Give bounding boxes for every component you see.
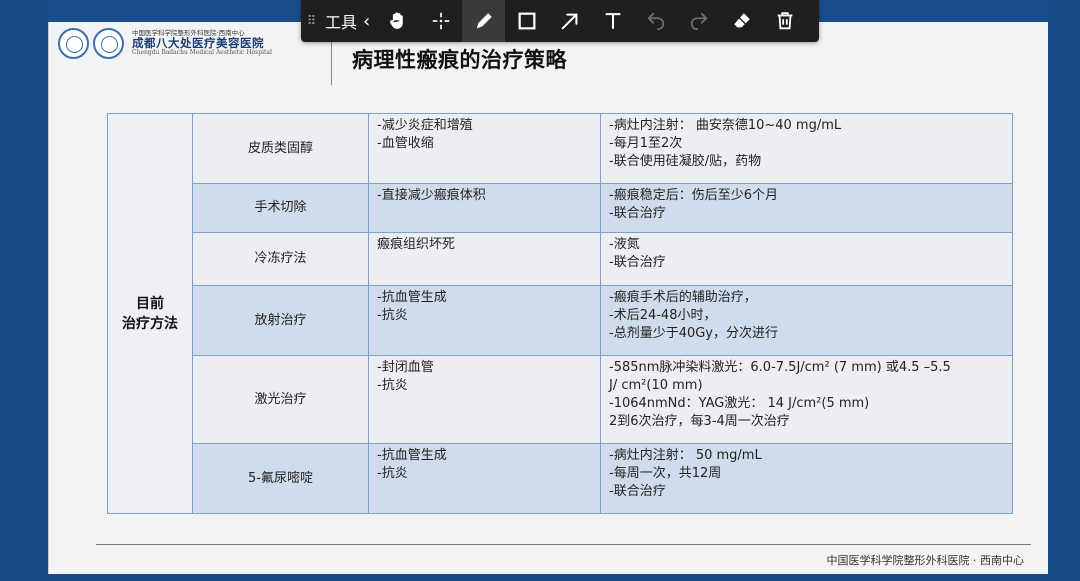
- category-label: 治疗方法: [122, 315, 178, 332]
- move-tool-button[interactable]: [419, 0, 462, 42]
- treatment-name: 手术切除: [192, 183, 369, 233]
- detail-line: -术后24-48小时，: [609, 308, 717, 323]
- table-row: 冷冻疗法 瘢痕组织坏死 -液氮 -联合治疗: [108, 232, 1013, 286]
- table-row: 手术切除 -直接减少瘢痕体积 -瘢痕稳定后：伤后至少6个月 -联合治疗: [108, 183, 1013, 233]
- detail-line: 2到6次治疗，每3-4周一次治疗: [609, 414, 790, 429]
- logo-text: 中国医学科学院整形外科医院·西南中心 成都八大处医疗美容医院 Chengdu B…: [132, 30, 272, 56]
- detail-line: -585nm脉冲染料激光：6.0-7.5J/cm² (7 mm) 或4.5 –5…: [609, 360, 951, 375]
- detail-line: -1064nmNd：YAG激光： 14 J/cm²(5 mm): [609, 396, 870, 411]
- detail-line: -病灶内注射： 曲安奈德10~40 mg/mL: [609, 118, 842, 133]
- detail-line: -瘢痕手术后的辅助治疗，: [609, 290, 757, 305]
- hand-icon: [389, 12, 403, 29]
- tools-label: 工具: [325, 13, 358, 32]
- treatment-name: 皮质类固醇: [192, 113, 369, 184]
- detail-line: -联合治疗: [609, 484, 666, 499]
- mechanism-cell: 瘢痕组织坏死: [368, 232, 601, 286]
- category-cell: 目前 治疗方法: [107, 113, 193, 514]
- mechanism-line: -抗炎: [377, 378, 408, 393]
- details-cell: -液氮 -联合治疗: [600, 232, 1013, 286]
- arrow-tool-button[interactable]: [548, 0, 591, 42]
- mechanism-cell: -抗血管生成 -抗炎: [368, 443, 601, 514]
- mechanism-cell: -直接减少瘢痕体积: [368, 183, 601, 233]
- table-row: 目前 治疗方法 皮质类固醇 -减少炎症和增殖 -血管收缩 -病灶内注射： 曲安奈德10~4…: [107, 113, 1013, 514]
- details-cell: -病灶内注射： 曲安奈德10~40 mg/mL -每月1至2次 -联合使用硅凝胶/贴…: [600, 113, 1013, 184]
- rectangle-tool-button[interactable]: [505, 0, 548, 42]
- treatment-name: 冷冻疗法: [192, 232, 369, 286]
- table-row: 放射治疗 -抗血管生成 -抗炎 -瘢痕手术后的辅助治疗， -术后24-48小时， -总剂量…: [108, 285, 1013, 356]
- category-label: 目前: [136, 295, 164, 312]
- trash-tool-button[interactable]: [763, 0, 806, 42]
- detail-line: -瘢痕稳定后：伤后至少6个月: [609, 188, 778, 203]
- mechanism-cell: -减少炎症和增殖 -血管收缩: [368, 113, 601, 184]
- detail-line: -液氮: [609, 237, 640, 252]
- redo-icon: [690, 12, 708, 31]
- left-frame: [0, 0, 48, 581]
- right-frame: [1048, 0, 1080, 581]
- detail-line: -总剂量少于40Gy，分次进行: [609, 326, 779, 341]
- treatment-name: 放射治疗: [192, 285, 369, 356]
- text-icon: [605, 13, 621, 29]
- redo-tool-button[interactable]: [677, 0, 720, 42]
- treatment-name: 5-氟尿嘧啶: [192, 443, 369, 514]
- details-cell: -瘢痕稳定后：伤后至少6个月 -联合治疗: [600, 183, 1013, 233]
- logo-en-text: Chengdu Badachu Medical Aesthetic Hospit…: [132, 49, 272, 57]
- mechanism-line: -减少炎症和增殖: [377, 118, 473, 133]
- page-title: 病理性瘢痕的治疗策略: [352, 48, 567, 72]
- details-cell: -病灶内注射： 50 mg/mL -每周一次，共12周 -联合治疗: [600, 443, 1013, 514]
- detail-line: -联合治疗: [609, 255, 666, 270]
- tools-menu[interactable]: 工具 ‹: [325, 9, 370, 33]
- detail-line: -联合治疗: [609, 206, 666, 221]
- pen-icon: [476, 13, 492, 29]
- rectangle-icon: [518, 12, 536, 30]
- footer-divider: [96, 544, 1031, 545]
- detail-line: -每月1至2次: [609, 136, 683, 151]
- annotation-toolbar: ⠿ 工具 ‹: [301, 0, 819, 42]
- hand-tool-button[interactable]: [376, 0, 419, 42]
- eraser-icon: [733, 13, 750, 28]
- details-cell: -585nm脉冲染料激光：6.0-7.5J/cm² (7 mm) 或4.5 –5…: [600, 355, 1013, 444]
- seal-icon: [58, 28, 89, 59]
- chevron-left-icon: ‹: [363, 10, 371, 32]
- treatment-table: 目前 治疗方法 皮质类固醇 -减少炎症和增殖 -血管收缩 -病灶内注射： 曲安奈德10~4…: [107, 113, 1013, 514]
- mechanism-line: -抗血管生成: [377, 290, 447, 305]
- treatment-name: 激光治疗: [192, 355, 369, 444]
- hospital-logo: 中国医学科学院整形外科医院·西南中心 成都八大处医疗美容医院 Chengdu B…: [58, 28, 272, 59]
- drag-handle-icon[interactable]: ⠿: [301, 14, 321, 29]
- header-divider: [331, 40, 332, 85]
- trash-icon: [777, 12, 793, 30]
- seal-icon: [93, 28, 124, 59]
- mechanism-line: -抗炎: [377, 466, 408, 481]
- move-icon: [432, 12, 449, 30]
- mechanism-line: -血管收缩: [377, 136, 434, 151]
- mechanism-line: -直接减少瘢痕体积: [377, 188, 486, 203]
- mechanism-line: -封闭血管: [377, 360, 434, 375]
- mechanism-cell: -封闭血管 -抗炎: [368, 355, 601, 444]
- table-row: 5-氟尿嘧啶 -抗血管生成 -抗炎 -病灶内注射： 50 mg/mL -每周一次，共12…: [108, 443, 1013, 514]
- bottom-frame: [0, 574, 1080, 581]
- mechanism-line: 瘢痕组织坏死: [377, 237, 456, 252]
- detail-line: -每周一次，共12周: [609, 466, 722, 481]
- footer-text: 中国医学科学院整形外科医院 · 西南中心: [826, 554, 1025, 567]
- pen-tool-button[interactable]: [462, 0, 506, 42]
- mechanism-line: -抗血管生成: [377, 448, 447, 463]
- detail-line: -病灶内注射： 50 mg/mL: [609, 448, 762, 463]
- undo-icon: [647, 12, 664, 31]
- mechanism-cell: -抗血管生成 -抗炎: [368, 285, 601, 356]
- mechanism-line: -抗炎: [377, 308, 408, 323]
- table-row: 激光治疗 -封闭血管 -抗炎 -585nm脉冲染料激光：6.0-7.5J/cm² (7…: [108, 355, 1013, 444]
- detail-line: J/ cm²(10 mm): [609, 378, 703, 393]
- eraser-tool-button[interactable]: [720, 0, 763, 42]
- detail-line: -联合使用硅凝胶/贴，药物: [609, 154, 762, 169]
- text-tool-button[interactable]: [591, 0, 634, 42]
- arrow-icon: [561, 13, 578, 30]
- details-cell: -瘢痕手术后的辅助治疗， -术后24-48小时， -总剂量少于40Gy，分次进行: [600, 285, 1013, 356]
- undo-tool-button[interactable]: [634, 0, 677, 42]
